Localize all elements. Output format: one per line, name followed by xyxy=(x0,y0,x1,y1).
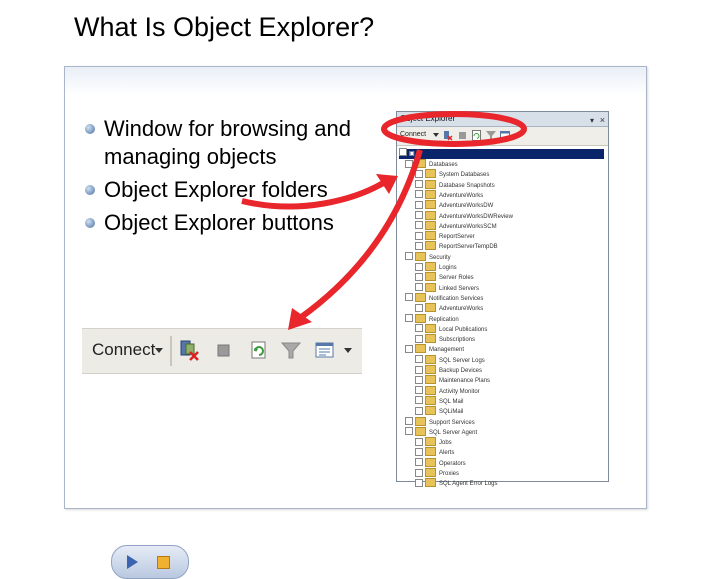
folders-arrow xyxy=(241,179,387,210)
slide-navigation-control xyxy=(111,545,189,579)
play-icon[interactable] xyxy=(127,555,138,569)
stop-icon[interactable] xyxy=(157,556,170,569)
highlight-ellipse xyxy=(381,111,527,147)
annotation-overlay xyxy=(241,111,527,330)
buttons-arrow xyxy=(298,149,423,321)
